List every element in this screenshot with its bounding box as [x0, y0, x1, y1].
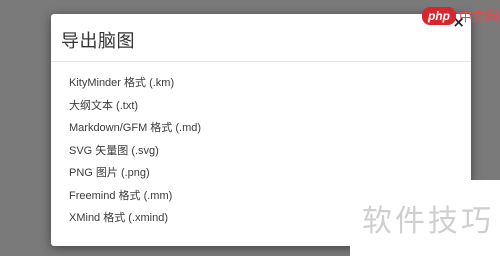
format-option-xmind[interactable]: XMind 格式 (.xmind) [69, 209, 201, 232]
screen: 导出脑图 × KityMinder 格式 (.km) 大纲文本 (.txt) M… [0, 0, 500, 256]
format-option-km[interactable]: KityMinder 格式 (.km) [69, 74, 201, 97]
dialog-header: 导出脑图 × [51, 14, 471, 62]
format-option-svg[interactable]: SVG 矢量图 (.svg) [69, 142, 201, 165]
site-logo-watermark: php 中文网 [421, 6, 498, 25]
php-logo: php [421, 6, 456, 25]
format-option-md[interactable]: Markdown/GFM 格式 (.md) [69, 119, 201, 142]
corner-watermark: 软件技巧 [350, 180, 500, 256]
dialog-title: 导出脑图 [61, 31, 135, 52]
site-cn-label: 中文网 [458, 10, 498, 25]
format-option-png[interactable]: PNG 图片 (.png) [69, 164, 201, 187]
corner-watermark-text: 软件技巧 [362, 204, 494, 239]
format-option-txt[interactable]: 大纲文本 (.txt) [69, 97, 201, 120]
format-option-mm[interactable]: Freemind 格式 (.mm) [69, 187, 201, 210]
export-format-list: KityMinder 格式 (.km) 大纲文本 (.txt) Markdown… [69, 74, 201, 232]
